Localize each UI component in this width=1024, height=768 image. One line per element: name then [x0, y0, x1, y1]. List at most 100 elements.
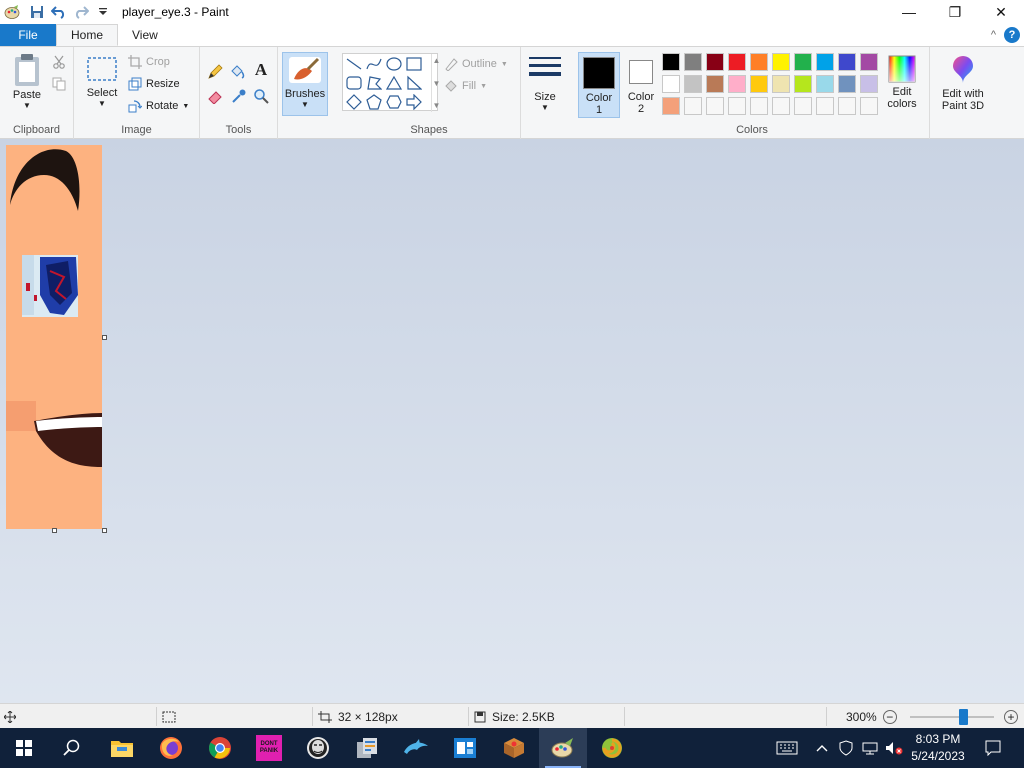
polygon-shape-icon[interactable] [365, 74, 383, 92]
hexagon-shape-icon[interactable] [385, 93, 403, 111]
taskbar-firefox[interactable] [147, 728, 195, 768]
text-tool-icon[interactable]: A [252, 60, 270, 79]
line-shape-icon[interactable] [345, 55, 363, 73]
tray-volume[interactable] [884, 728, 904, 768]
palette-swatch[interactable] [860, 97, 878, 115]
tab-home[interactable]: Home [56, 24, 119, 46]
zoom-in-icon[interactable]: + [1004, 709, 1018, 724]
palette-swatch[interactable] [750, 97, 768, 115]
tray-network[interactable] [860, 728, 880, 768]
palette-swatch[interactable] [794, 75, 812, 93]
brushes-button[interactable]: Brushes ▼ [282, 52, 328, 116]
tab-file[interactable]: File [0, 24, 56, 46]
pencil-icon[interactable] [206, 63, 224, 81]
close-button[interactable]: ✕ [978, 0, 1024, 24]
palette-swatch[interactable] [794, 53, 812, 71]
resize-handle-right[interactable] [102, 335, 107, 340]
palette-swatch[interactable] [772, 97, 790, 115]
shapes-scrollbar[interactable]: ▲ ▼ ▼ [431, 54, 441, 112]
select-button[interactable]: Select ▼ [82, 55, 122, 108]
gallery-expand-icon[interactable]: ▼ [433, 101, 441, 110]
taskbar-app-swirl[interactable] [588, 728, 636, 768]
taskbar-dont-panik-app[interactable]: DONT PANIK [245, 728, 293, 768]
crop-button[interactable]: Crop [128, 55, 170, 69]
palette-swatch[interactable] [684, 75, 702, 93]
cut-icon[interactable] [50, 53, 68, 71]
rectangle-shape-icon[interactable] [405, 55, 423, 73]
palette-swatch[interactable] [706, 97, 724, 115]
palette-swatch[interactable] [838, 97, 856, 115]
palette-swatch[interactable] [728, 97, 746, 115]
palette-swatch[interactable] [706, 53, 724, 71]
customize-toolbar-icon[interactable] [94, 3, 112, 21]
palette-swatch[interactable] [750, 53, 768, 71]
rotate-button[interactable]: Rotate ▼ [128, 99, 189, 113]
zoom-slider[interactable] [910, 709, 994, 725]
tray-security[interactable] [836, 728, 856, 768]
palette-swatch[interactable] [772, 75, 790, 93]
palette-swatch[interactable] [860, 75, 878, 93]
taskbar-paint[interactable] [539, 728, 587, 768]
palette-swatch[interactable] [662, 53, 680, 71]
scroll-down-icon[interactable]: ▼ [433, 79, 441, 88]
resize-button[interactable]: Resize [128, 77, 180, 91]
palette-swatch[interactable] [662, 97, 680, 115]
copy-icon[interactable] [50, 75, 68, 93]
save-icon[interactable] [28, 3, 46, 21]
right-arrow-shape-icon[interactable] [405, 93, 423, 111]
collapse-ribbon-icon[interactable]: ^ [991, 29, 996, 41]
palette-swatch[interactable] [838, 75, 856, 93]
taskbar-package-app[interactable] [490, 728, 538, 768]
paint-app-icon[interactable] [4, 4, 20, 20]
tray-show-hidden[interactable] [812, 728, 832, 768]
resize-handle-corner[interactable] [102, 528, 107, 533]
taskbar-dolphin[interactable] [392, 728, 440, 768]
fill-bucket-icon[interactable] [228, 63, 246, 81]
magnifier-icon[interactable] [252, 87, 270, 105]
resize-handle-bottom[interactable] [52, 528, 57, 533]
eraser-icon[interactable] [206, 87, 224, 105]
start-button[interactable] [0, 728, 48, 768]
size-button[interactable]: Size ▼ [527, 55, 563, 112]
taskbar-chrome[interactable] [196, 728, 244, 768]
oval-shape-icon[interactable] [385, 55, 403, 73]
palette-swatch[interactable] [816, 53, 834, 71]
palette-swatch[interactable] [816, 97, 834, 115]
taskbar-app-mask[interactable] [294, 728, 342, 768]
curve-shape-icon[interactable] [365, 55, 383, 73]
palette-swatch[interactable] [816, 75, 834, 93]
palette-swatch[interactable] [750, 75, 768, 93]
shapes-gallery[interactable]: ▲ ▼ ▼ [342, 53, 441, 112]
taskbar-app-blue[interactable] [441, 728, 489, 768]
taskbar-installer[interactable] [343, 728, 391, 768]
right-triangle-shape-icon[interactable] [405, 74, 423, 92]
scroll-up-icon[interactable]: ▲ [433, 56, 441, 65]
tray-notifications[interactable] [978, 728, 1008, 768]
taskbar-clock[interactable]: 8:03 PM 5/24/2023 [906, 730, 970, 766]
canvas-area[interactable] [0, 139, 1024, 703]
fill-button[interactable]: Fill ▼ [444, 79, 487, 93]
edit-colors-button[interactable]: Edit colors [881, 55, 923, 110]
palette-swatch[interactable] [706, 75, 724, 93]
color1-button[interactable]: Color 1 [578, 52, 620, 118]
color2-button[interactable]: Color 2 [620, 52, 662, 118]
palette-swatch[interactable] [684, 53, 702, 71]
tab-view[interactable]: View [118, 24, 172, 46]
paste-button[interactable]: Paste ▼ [8, 53, 46, 110]
search-button[interactable] [48, 728, 96, 768]
zoom-out-icon[interactable]: − [882, 709, 897, 724]
outline-button[interactable]: Outline ▼ [444, 57, 508, 71]
palette-swatch[interactable] [728, 75, 746, 93]
tray-keyboard[interactable] [774, 728, 800, 768]
redo-icon[interactable] [72, 3, 90, 21]
help-icon[interactable]: ? [1004, 27, 1020, 43]
palette-swatch[interactable] [728, 53, 746, 71]
undo-icon[interactable] [50, 3, 68, 21]
image-canvas[interactable] [6, 145, 102, 529]
palette-swatch[interactable] [662, 75, 680, 93]
triangle-shape-icon[interactable] [385, 74, 403, 92]
taskbar-file-explorer[interactable] [98, 728, 146, 768]
color-picker-icon[interactable] [230, 87, 248, 105]
palette-swatch[interactable] [838, 53, 856, 71]
palette-swatch[interactable] [772, 53, 790, 71]
